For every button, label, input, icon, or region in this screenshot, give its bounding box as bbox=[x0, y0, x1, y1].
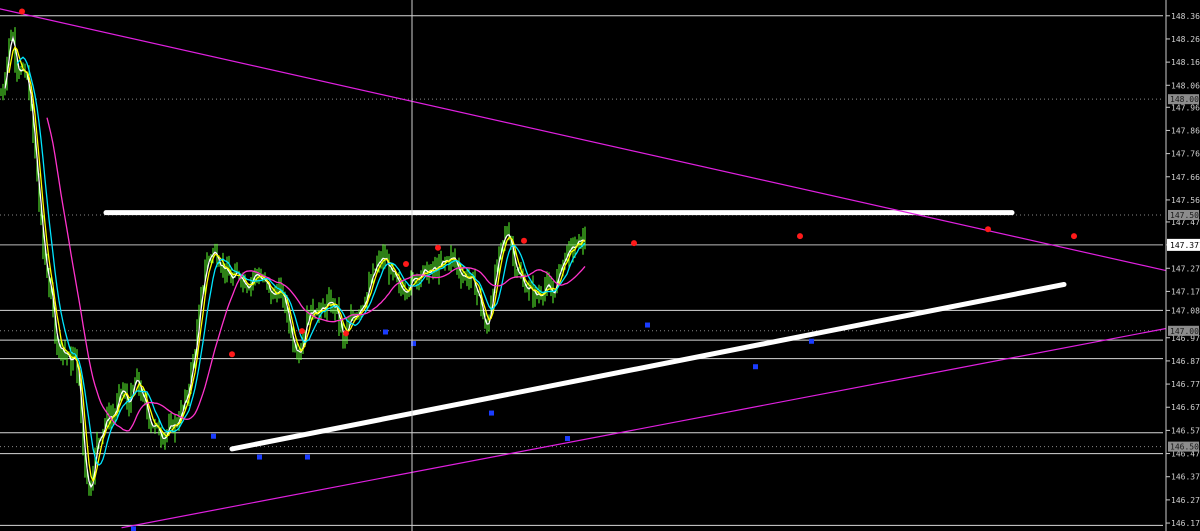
level-price-label: 146.500 bbox=[1170, 443, 1200, 452]
swing-low-marker bbox=[489, 410, 494, 416]
y-tick-label: 147.865 bbox=[1171, 126, 1200, 135]
swing-high-marker bbox=[19, 8, 25, 15]
swing-high-marker bbox=[1071, 233, 1077, 240]
swing-low-marker bbox=[211, 433, 216, 439]
swing-high-marker bbox=[631, 240, 637, 247]
y-tick-label: 146.870 bbox=[1171, 357, 1200, 366]
price-axis[interactable]: 148.360 148.260 148.160 148.060 147.965 147.8… bbox=[1165, 0, 1200, 531]
y-tick-label: 146.370 bbox=[1171, 473, 1200, 482]
swing-high-marker bbox=[229, 351, 235, 358]
level-price-label: 147.000 bbox=[1170, 327, 1200, 336]
swing-high-marker bbox=[435, 244, 441, 251]
y-tick-label: 147.565 bbox=[1171, 196, 1200, 205]
y-tick-label: 146.670 bbox=[1171, 403, 1200, 412]
chart-background bbox=[0, 0, 1200, 531]
y-tick-label: 148.360 bbox=[1171, 12, 1200, 21]
y-tick-label: 147.765 bbox=[1171, 150, 1200, 159]
y-tick-label: 148.160 bbox=[1171, 58, 1200, 67]
level-price-label: 147.500 bbox=[1170, 211, 1200, 220]
swing-high-marker bbox=[403, 260, 409, 267]
y-tick-label: 146.170 bbox=[1171, 519, 1200, 528]
swing-low-marker bbox=[131, 526, 136, 531]
swing-high-marker bbox=[521, 237, 527, 244]
swing-high-marker bbox=[985, 226, 991, 233]
y-tick-label: 147.088 bbox=[1171, 306, 1200, 315]
swing-low-marker bbox=[565, 436, 570, 442]
swing-low-marker bbox=[645, 322, 650, 328]
swing-high-marker bbox=[797, 233, 803, 240]
y-tick-label: 147.170 bbox=[1171, 287, 1200, 296]
price-chart[interactable]: 148.360 148.260 148.160 148.060 147.965 147.8… bbox=[0, 0, 1200, 531]
y-tick-label: 147.270 bbox=[1171, 264, 1200, 273]
swing-low-marker bbox=[809, 338, 814, 344]
y-tick-label: 147.965 bbox=[1171, 103, 1200, 112]
swing-low-marker bbox=[753, 364, 758, 370]
swing-low-marker bbox=[305, 454, 310, 460]
y-tick-label: 146.270 bbox=[1171, 496, 1200, 505]
swing-low-marker bbox=[257, 454, 262, 460]
swing-high-marker bbox=[299, 328, 305, 335]
level-price-label: 148.000 bbox=[1170, 95, 1200, 104]
y-tick-label: 146.570 bbox=[1171, 426, 1200, 435]
swing-low-marker bbox=[383, 329, 388, 335]
y-tick-label: 148.260 bbox=[1171, 35, 1200, 44]
y-tick-label: 147.665 bbox=[1171, 173, 1200, 182]
y-tick-label: 146.770 bbox=[1171, 380, 1200, 389]
swing-high-marker bbox=[343, 330, 349, 337]
current-price-label: 147.371 bbox=[1170, 241, 1200, 250]
y-tick-label: 148.060 bbox=[1171, 81, 1200, 90]
